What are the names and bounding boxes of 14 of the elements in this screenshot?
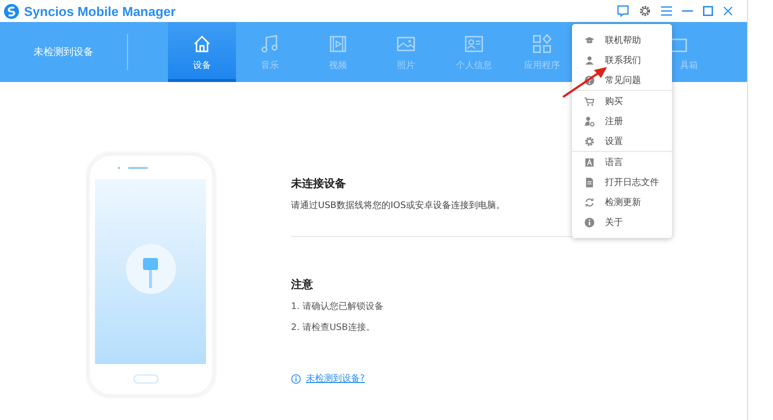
menu-item[interactable]: 注册: [572, 111, 672, 131]
window-title: Syncios Mobile Manager: [24, 4, 176, 18]
menu-item[interactable]: 关于: [572, 212, 672, 232]
menu-item[interactable]: 设置: [572, 131, 672, 151]
section-title: 注意: [291, 277, 313, 292]
menu-item[interactable]: 语言: [572, 152, 672, 172]
menu-item[interactable]: 检测更新: [572, 192, 672, 212]
notice-text: 1. 请确认您已解锁设备: [291, 300, 384, 313]
notice-text: 2. 请检查USB连接。: [291, 322, 375, 334]
section-title: 未连接设备: [291, 176, 346, 191]
instruction-text: 请通过USB数据线将您的IOS或安卓设备连接到电脑。: [291, 200, 505, 212]
device-status: 未检测到设备: [34, 46, 94, 59]
menu-item[interactable]: 打开日志文件: [572, 172, 672, 192]
menu-item[interactable]: 购买: [572, 91, 672, 111]
